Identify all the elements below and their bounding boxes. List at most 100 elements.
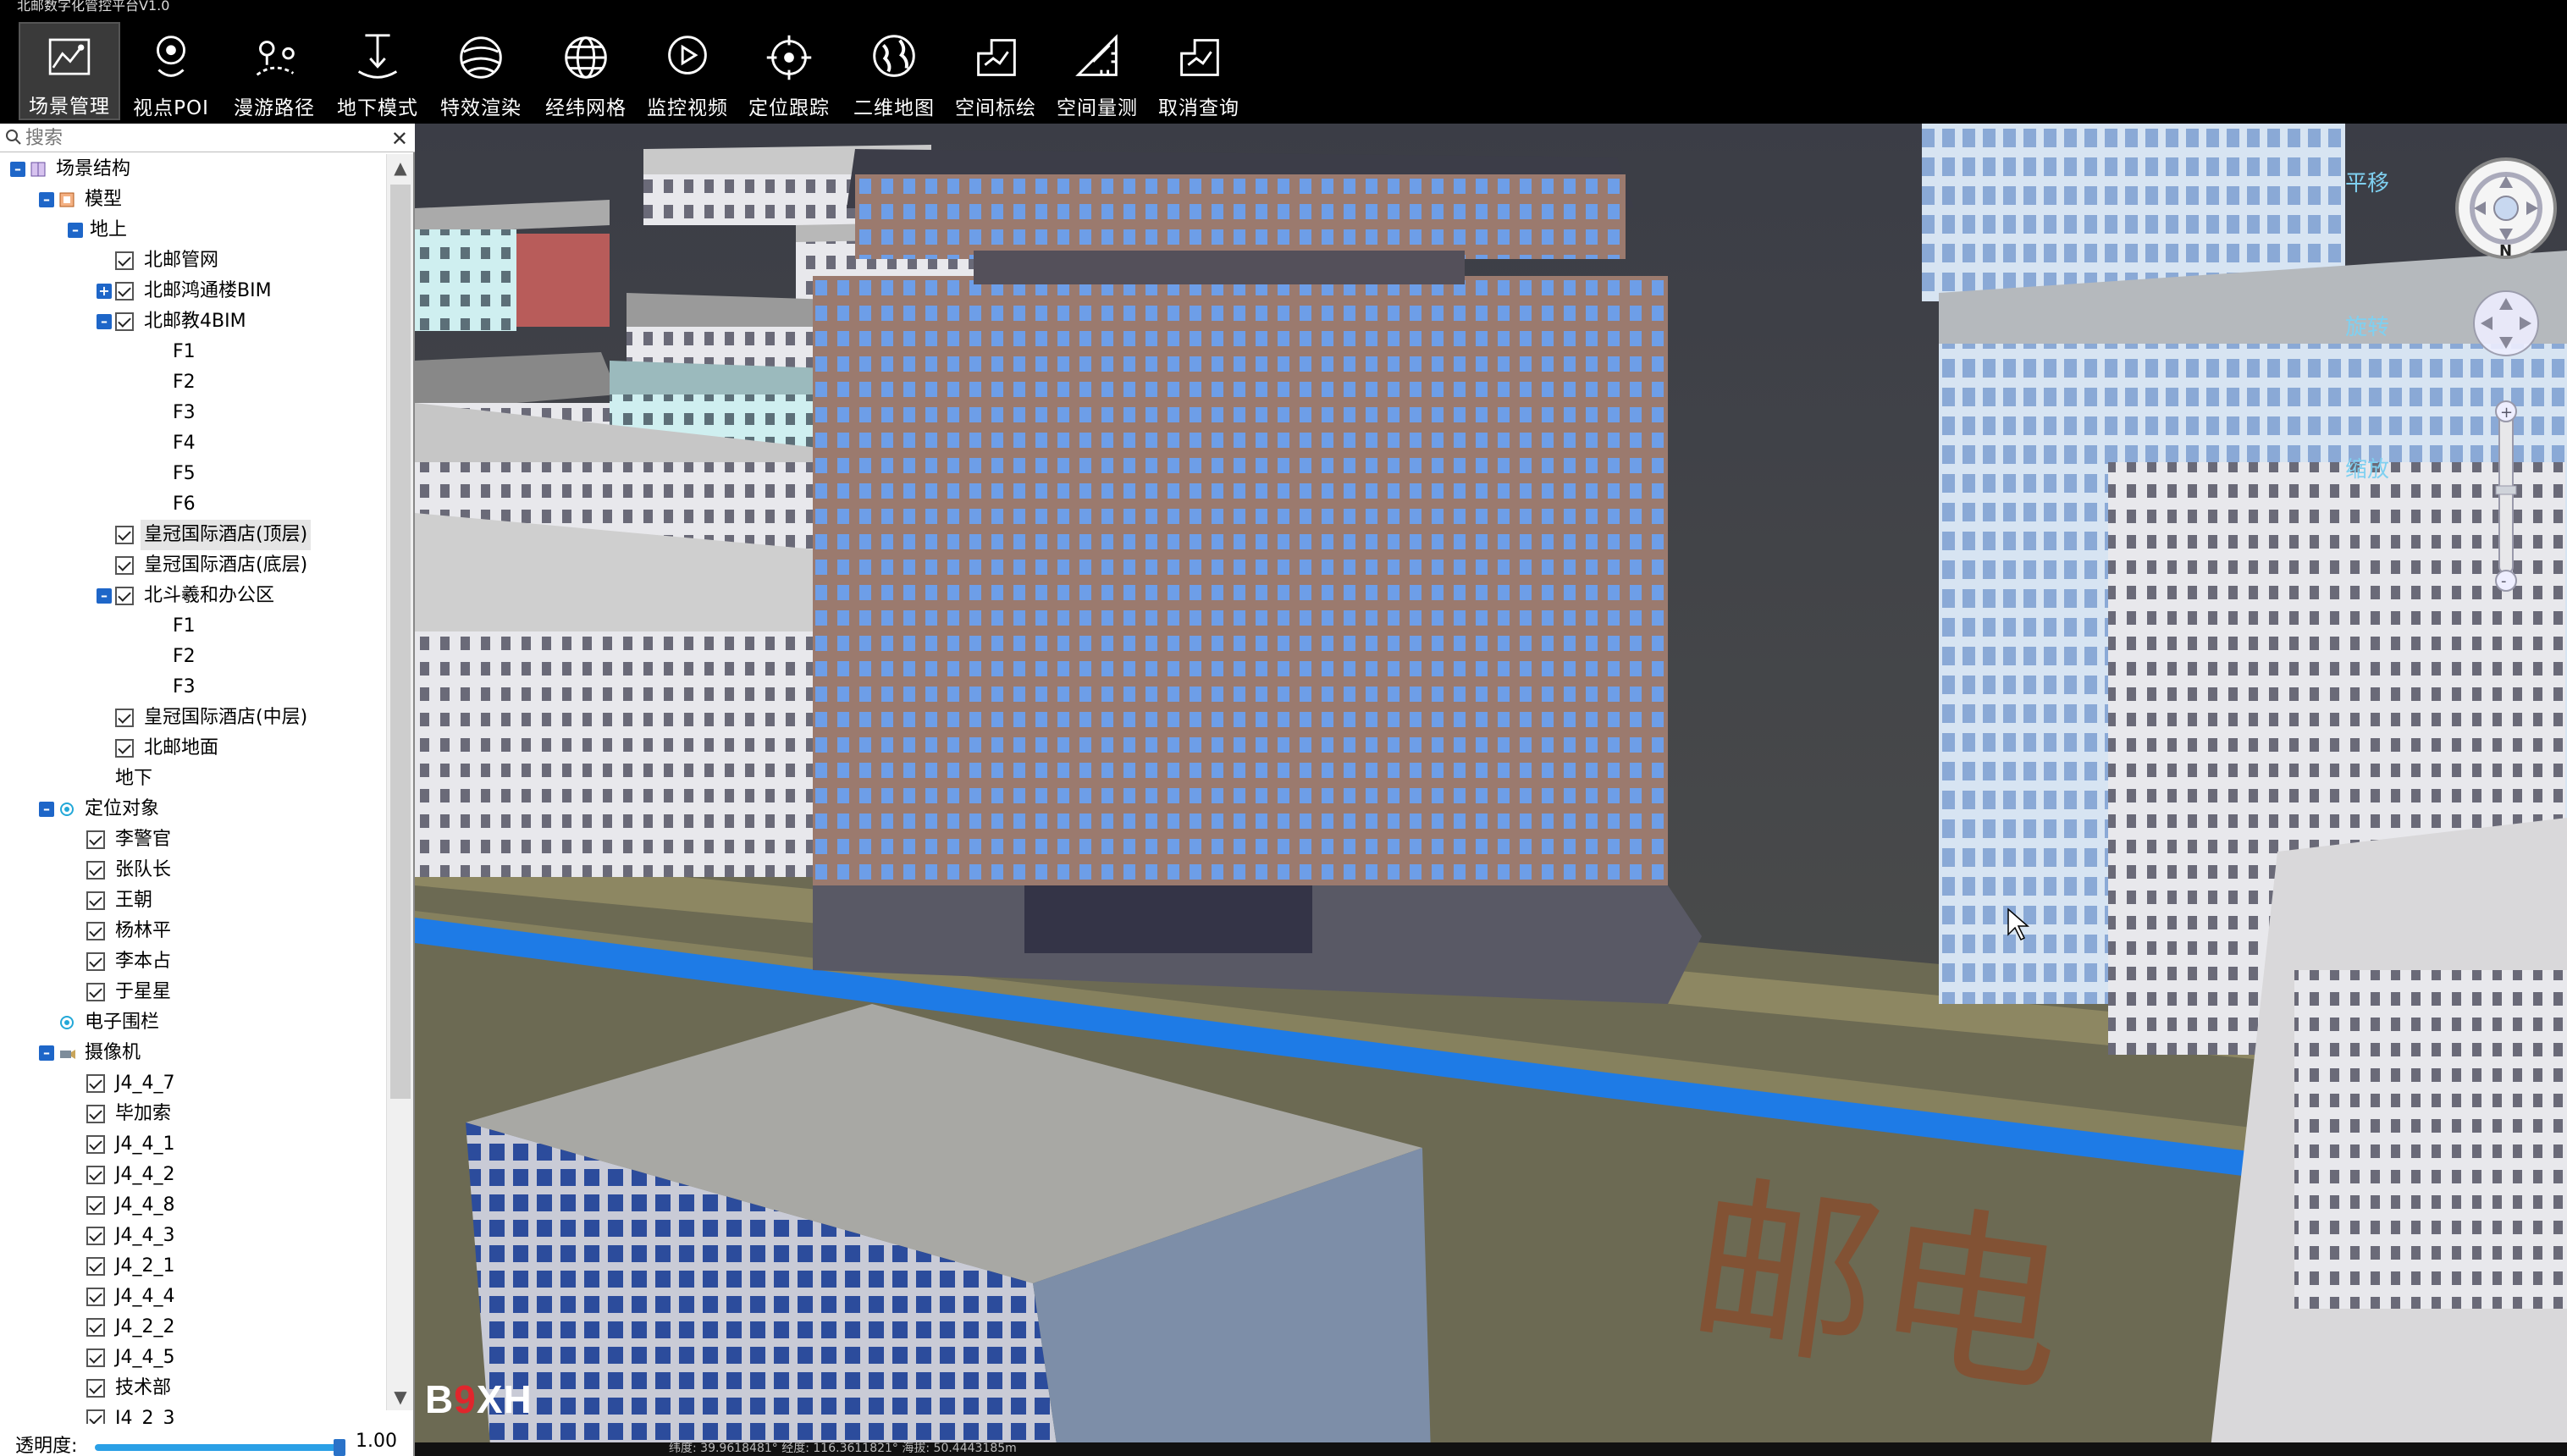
tree-checkbox[interactable] [86, 891, 105, 910]
tree-checkbox[interactable] [86, 1409, 105, 1424]
tree-node[interactable]: J4_2_1 [0, 1251, 386, 1282]
tree-node[interactable]: 皇冠国际酒店(中层) [0, 703, 386, 733]
tree-node[interactable]: – 摄像机 [0, 1038, 386, 1068]
tree-node[interactable]: + 北邮鸿通楼BIM [0, 276, 386, 306]
collapse-icon[interactable]: – [10, 162, 25, 177]
tree-node[interactable]: J4_2_2 [0, 1312, 386, 1343]
tree-checkbox[interactable] [115, 587, 134, 605]
tree-node[interactable]: 北邮地面 [0, 733, 386, 764]
tree-node[interactable]: F3 [0, 672, 386, 703]
tree-checkbox[interactable] [86, 1257, 105, 1276]
tree-checkbox[interactable] [115, 282, 134, 301]
tree-checkbox[interactable] [86, 1105, 105, 1123]
tree-node[interactable]: F2 [0, 367, 386, 398]
opacity-slider-handle[interactable] [334, 1439, 345, 1456]
tree-node[interactable]: 北邮管网 [0, 245, 386, 276]
tree-checkbox[interactable] [86, 1348, 105, 1367]
collapse-icon[interactable]: – [68, 223, 83, 238]
tree-checkbox[interactable] [115, 709, 134, 727]
tree-node[interactable]: 李警官 [0, 825, 386, 855]
tree-checkbox[interactable] [86, 830, 105, 849]
3d-viewport[interactable]: 邮电 + - 平移 旋转 缩放 N B9XH 纬度: 39.9618481° 经… [415, 124, 2567, 1456]
tree-node[interactable]: J4_4_8 [0, 1190, 386, 1221]
close-icon[interactable]: ✕ [391, 127, 408, 151]
tree-checkbox[interactable] [115, 526, 134, 544]
tree-node[interactable]: – 场景结构 [0, 154, 386, 185]
tree-checkbox[interactable] [86, 1196, 105, 1215]
tree-node[interactable]: 于星星 [0, 977, 386, 1007]
toolbar-button-9[interactable]: 空间标绘 [945, 22, 1046, 120]
tree-node[interactable]: 张队长 [0, 855, 386, 885]
tree-node[interactable]: J4_4_2 [0, 1160, 386, 1190]
tree-checkbox[interactable] [115, 312, 134, 331]
tree-checkbox[interactable] [86, 861, 105, 880]
toolbar-button-5[interactable]: 经纬网格 [535, 22, 637, 120]
toolbar-button-3[interactable]: 地下模式 [327, 22, 428, 120]
tree-checkbox[interactable] [86, 1318, 105, 1337]
toolbar-button-1[interactable]: 视点POI [120, 22, 222, 120]
tree-node[interactable]: F1 [0, 611, 386, 642]
toolbar-button-7[interactable]: 定位跟踪 [738, 22, 840, 120]
scroll-down-icon[interactable]: ▼ [387, 1383, 414, 1410]
scrollbar-thumb[interactable] [390, 185, 411, 1099]
tree-scrollbar[interactable]: ▲ ▼ [386, 154, 413, 1410]
tree-checkbox[interactable] [86, 952, 105, 971]
tree-node[interactable]: J4_4_3 [0, 1221, 386, 1251]
toolbar-button-10[interactable]: 空间量测 [1046, 22, 1148, 120]
tree-checkbox[interactable] [86, 1288, 105, 1306]
tree-node[interactable]: J4_4_5 [0, 1343, 386, 1373]
tree-node[interactable]: – 定位对象 [0, 794, 386, 825]
expand-icon[interactable]: + [97, 284, 112, 299]
tree-node[interactable]: – 北斗羲和办公区 [0, 581, 386, 611]
scroll-up-icon[interactable]: ▲ [387, 154, 414, 181]
rotate-control[interactable] [2473, 290, 2539, 356]
toolbar-button-8[interactable]: 二维地图 [843, 22, 945, 120]
tree-checkbox[interactable] [86, 1227, 105, 1245]
tree-node[interactable]: F6 [0, 489, 386, 520]
toolbar-button-2[interactable]: 漫游路径 [224, 22, 325, 120]
tree-node[interactable]: 皇冠国际酒店(底层) [0, 550, 386, 581]
tree-node[interactable]: 地下 [0, 764, 386, 794]
tree-checkbox[interactable] [115, 739, 134, 758]
collapse-icon[interactable]: – [39, 802, 54, 817]
tree-node[interactable]: 杨林平 [0, 916, 386, 946]
tree-node[interactable]: – 北邮教4BIM [0, 306, 386, 337]
tree-checkbox[interactable] [86, 1135, 105, 1154]
tree-node[interactable]: 李本占 [0, 946, 386, 977]
tree-node[interactable]: F5 [0, 459, 386, 489]
tree-node[interactable]: J4_2_3 [0, 1404, 386, 1424]
tree-node[interactable]: J4_4_7 [0, 1068, 386, 1099]
toolbar-button-4[interactable]: 特效渲染 [430, 22, 532, 120]
tree-checkbox[interactable] [115, 556, 134, 575]
tree-node[interactable]: F3 [0, 398, 386, 428]
tree-node[interactable]: F2 [0, 642, 386, 672]
toolbar-button-0[interactable]: 场景管理 [19, 22, 120, 120]
tree-checkbox[interactable] [86, 983, 105, 1001]
collapse-icon[interactable]: – [97, 314, 112, 329]
tree-checkbox[interactable] [86, 1074, 105, 1093]
tree-node[interactable]: 毕加索 [0, 1099, 386, 1129]
tree-node[interactable]: 电子围栏 [0, 1007, 386, 1038]
collapse-icon[interactable]: – [97, 588, 112, 604]
tree-node[interactable]: – 模型 [0, 185, 386, 215]
city-scene: 邮电 + - [415, 124, 2567, 1456]
zoom-slider[interactable]: + - [2495, 400, 2517, 592]
tree-node[interactable]: – 地上 [0, 215, 386, 245]
tree-checkbox[interactable] [115, 251, 134, 270]
tree-checkbox[interactable] [86, 922, 105, 940]
tree-checkbox[interactable] [86, 1166, 105, 1184]
toolbar-button-11[interactable]: 取消查询 [1148, 22, 1250, 120]
tree-node[interactable]: F4 [0, 428, 386, 459]
collapse-icon[interactable]: – [39, 1045, 54, 1061]
search-input[interactable] [25, 125, 381, 151]
tree-node[interactable]: J4_4_1 [0, 1129, 386, 1160]
tree-node[interactable]: 皇冠国际酒店(顶层) [0, 520, 386, 550]
collapse-icon[interactable]: – [39, 192, 54, 207]
toolbar-button-6[interactable]: 监控视频 [637, 22, 738, 120]
opacity-slider[interactable] [95, 1439, 345, 1456]
tree-node[interactable]: F1 [0, 337, 386, 367]
tree-node[interactable]: 王朝 [0, 885, 386, 916]
tree-node[interactable]: J4_4_4 [0, 1282, 386, 1312]
tree-checkbox[interactable] [86, 1379, 105, 1398]
tree-node[interactable]: 技术部 [0, 1373, 386, 1404]
